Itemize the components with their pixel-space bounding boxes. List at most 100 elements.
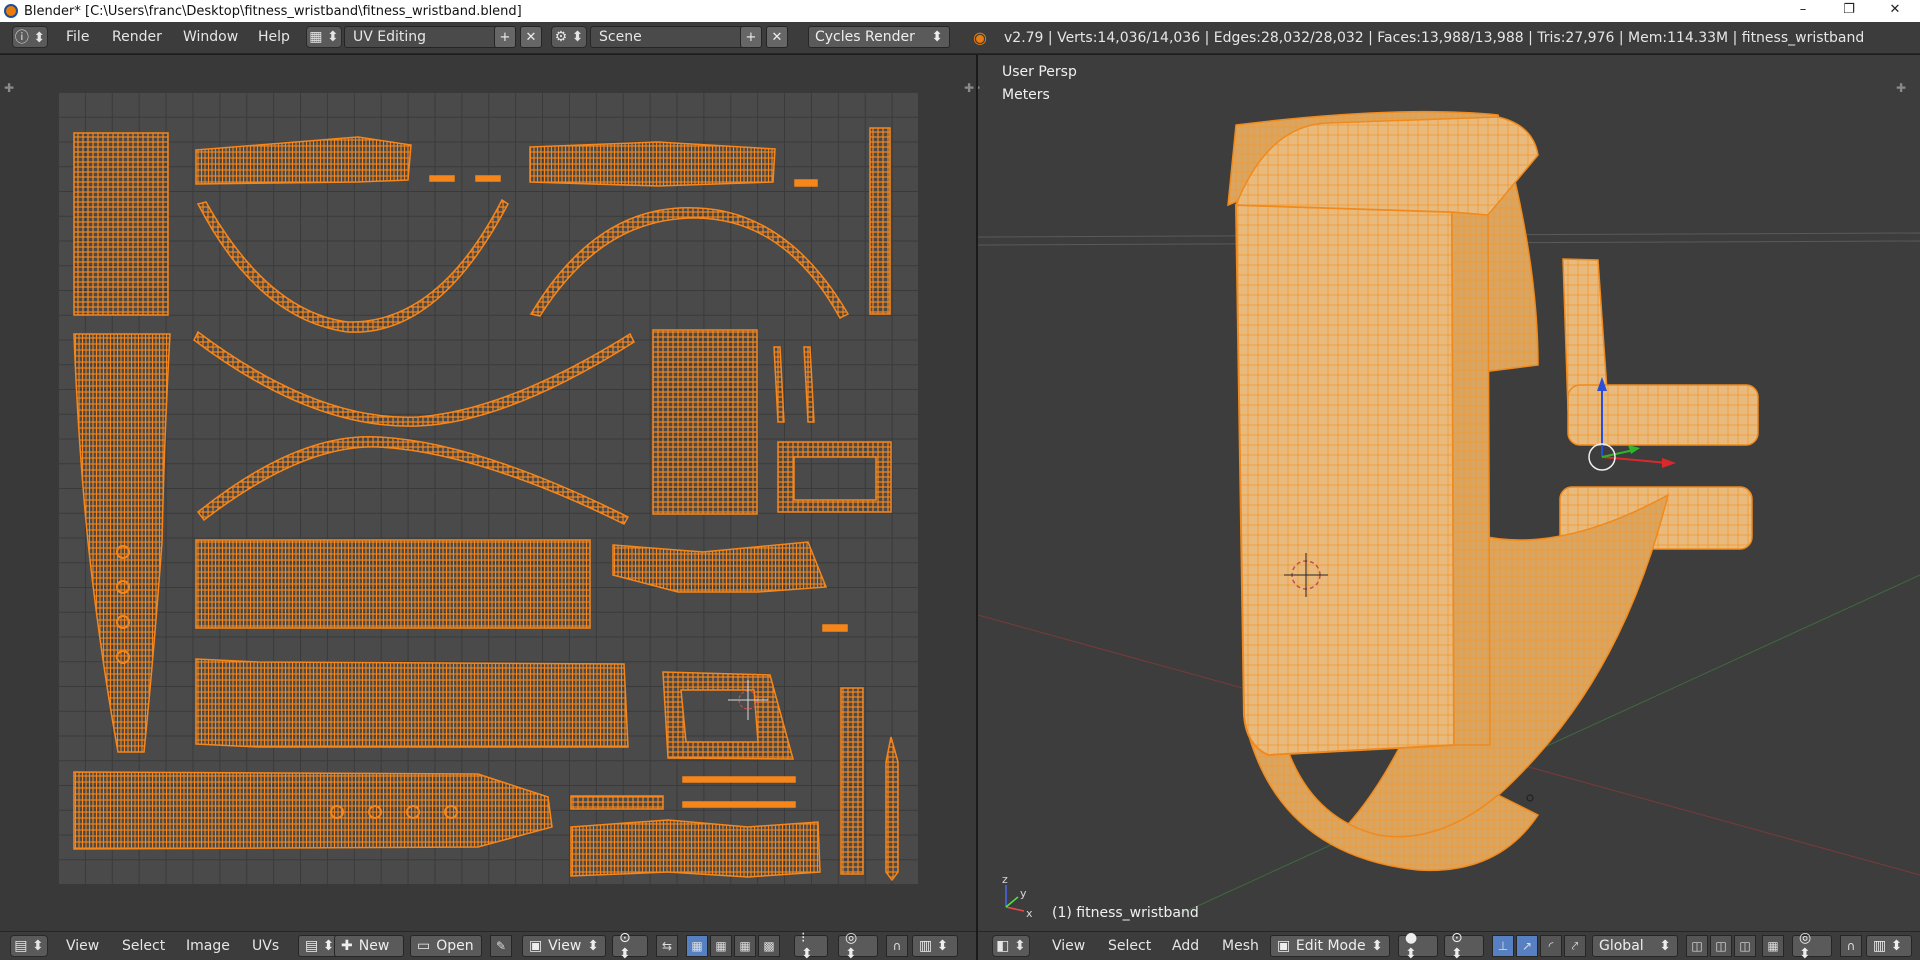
viewport-shading-select[interactable]: ● ⬍ (1398, 930, 1438, 960)
scene-field[interactable]: Scene (590, 26, 744, 48)
uv-menu-uvs[interactable]: UVs (240, 938, 291, 954)
svg-text:z: z (1002, 873, 1008, 886)
view-icon: ▣ (529, 938, 543, 954)
info-icon: ⓘ ⬍ (14, 30, 46, 46)
edge-select-mode-button[interactable]: ◫ (1710, 935, 1732, 957)
edge-select-icon: ▦ (715, 939, 727, 953)
face-select-mode-button[interactable]: ◫ (1734, 935, 1756, 957)
occlude-geometry-toggle[interactable]: ▦ (1762, 935, 1784, 957)
maximize-button[interactable]: ❐ (1826, 0, 1872, 22)
vertex-select-mode-button[interactable]: ▦ (686, 935, 708, 957)
proportional-edit-select[interactable]: ◎ ⬍ (838, 930, 878, 960)
uv-menu-select[interactable]: Select (110, 938, 177, 954)
edge-select-icon: ◫ (1715, 939, 1727, 953)
image-icon: ▤ ⬍ (305, 938, 335, 954)
view3d-menu-view[interactable]: View (1040, 938, 1097, 954)
minimize-button[interactable]: – (1780, 0, 1826, 22)
close-icon: ✕ (525, 29, 537, 45)
uv-editor-header: ▤ ⬍ View Select Image UVs ▤ ⬍ ✚ New ▭ Op… (0, 930, 976, 960)
plus-icon: ✚ (341, 938, 353, 954)
layout-grid-icon: ▦ ⬍ (309, 29, 339, 45)
delete-screen-button[interactable]: ✕ (520, 26, 542, 48)
menu-file[interactable]: File (56, 29, 99, 45)
snap-element-select[interactable]: ▥ ⬍ (1866, 935, 1912, 957)
snap-element-select[interactable]: ▥ ⬍ (912, 935, 958, 957)
vertex-select-mode-button[interactable]: ◫ (1686, 935, 1708, 957)
island-select-icon: ▩ (763, 939, 775, 953)
scene-browse-button[interactable]: ⚙ ⬍ (551, 26, 587, 48)
add-scene-button[interactable]: + (740, 26, 762, 48)
magnet-icon: ∩ (892, 939, 902, 953)
3d-view-header: ◧ ⬍ View Select Add Mesh ▣ Edit Mode ⬍ ●… (978, 930, 1920, 960)
menu-help[interactable]: Help (248, 29, 300, 45)
pivot-point-select[interactable]: ⊙ ⬍ (1444, 930, 1484, 960)
vertex-select-icon: ▦ (691, 939, 703, 953)
face-select-icon: ▦ (739, 939, 751, 953)
uv-islands-overlay (73, 127, 899, 882)
interaction-mode-label: Edit Mode (1295, 938, 1366, 954)
new-image-button[interactable]: ✚ New (334, 935, 404, 957)
chevron-updown-icon: ⬍ (587, 938, 599, 954)
image-view-select[interactable]: ▣ View ⬍ (522, 935, 606, 957)
sync-selection-toggle[interactable]: ⇆ (656, 935, 678, 957)
open-image-label: Open (436, 938, 474, 954)
uv-grid-canvas[interactable] (58, 92, 918, 884)
blender-logo-icon (4, 4, 18, 18)
area-corner-icon[interactable]: ✚ (4, 81, 14, 95)
editor-type-3d-button[interactable]: ◧ ⬍ (992, 935, 1030, 957)
pivot-select[interactable]: ⊙ ⬍ (612, 930, 648, 960)
pin-icon[interactable]: ✎ (490, 935, 512, 957)
uv-image-editor[interactable]: ✚ ✚ (0, 55, 976, 931)
3d-viewport[interactable]: ✚ ✚ User Persp Meters (978, 55, 1920, 931)
snap-toggle[interactable]: ∩ (886, 935, 908, 957)
pivot-icon: ⊙ ⬍ (1451, 930, 1463, 960)
add-screen-button[interactable]: + (494, 26, 516, 48)
cube-icon: ◧ ⬍ (996, 938, 1026, 954)
proportional-edit-select[interactable]: ◎ ⬍ (1792, 930, 1832, 960)
scene-icon: ⚙ ⬍ (554, 29, 584, 45)
magnet-icon: ∩ (1846, 939, 1856, 953)
area-corner-icon[interactable]: ✚ (964, 81, 974, 95)
view3d-menu-add[interactable]: Add (1160, 938, 1211, 954)
sync-icon: ⇆ (661, 939, 673, 953)
screen-layout-browse-button[interactable]: ▦ ⬍ (306, 26, 342, 48)
open-image-button[interactable]: ▭ Open (410, 935, 482, 957)
render-engine-select[interactable]: Cycles Render ⬍ (808, 26, 950, 48)
sticky-select-mode[interactable]: ⁝ ⬍ (794, 930, 828, 960)
image-view-label: View (548, 938, 582, 954)
wristband-model: z y x (978, 110, 1920, 920)
active-object-label: (1) fitness_wristband (1052, 905, 1199, 921)
snap-element-icon: ▥ ⬍ (919, 938, 949, 954)
snap-element-icon: ▥ ⬍ (1873, 938, 1903, 954)
image-editor-icon: ▤ ⬍ (14, 938, 44, 954)
menu-window[interactable]: Window (173, 29, 248, 45)
translate-manipulator-button[interactable]: ↗ (1516, 935, 1538, 957)
uv-menu-image[interactable]: Image (174, 938, 242, 954)
manipulator-toggle[interactable]: ⊥ (1492, 935, 1514, 957)
scale-manipulator-button[interactable]: ⤤ (1564, 935, 1586, 957)
close-icon: ✕ (771, 29, 783, 45)
view3d-menu-select[interactable]: Select (1096, 938, 1163, 954)
view3d-menu-mesh[interactable]: Mesh (1210, 938, 1271, 954)
uv-menu-view[interactable]: View (54, 938, 111, 954)
transform-orientation-select[interactable]: Global ⬍ (1592, 935, 1678, 957)
snap-toggle[interactable]: ∩ (1840, 935, 1862, 957)
editor-type-uv-button[interactable]: ▤ ⬍ (10, 935, 48, 957)
rotate-manipulator-button[interactable]: ◜ (1540, 935, 1562, 957)
new-image-label: New (358, 938, 390, 954)
face-select-mode-button[interactable]: ▦ (734, 935, 756, 957)
edge-select-mode-button[interactable]: ▦ (710, 935, 732, 957)
interaction-mode-select[interactable]: ▣ Edit Mode ⬍ (1270, 935, 1390, 957)
island-select-mode-button[interactable]: ▩ (758, 935, 780, 957)
vertex-select-icon: ◫ (1691, 939, 1703, 953)
render-engine-label: Cycles Render (815, 29, 915, 45)
editor-type-info-button[interactable]: ⓘ ⬍ (12, 26, 48, 48)
close-window-button[interactable]: ✕ (1872, 0, 1918, 22)
manipulator-icon: ⊥ (1497, 939, 1509, 953)
screen-layout-field[interactable]: UV Editing (344, 26, 498, 48)
menu-render[interactable]: Render (102, 29, 172, 45)
chevron-updown-icon: ⬍ (1659, 938, 1671, 954)
delete-scene-button[interactable]: ✕ (766, 26, 788, 48)
svg-text:x: x (1026, 907, 1033, 920)
scene-statistics: v2.79 | Verts:14,036/14,036 | Edges:28,0… (1004, 30, 1865, 46)
